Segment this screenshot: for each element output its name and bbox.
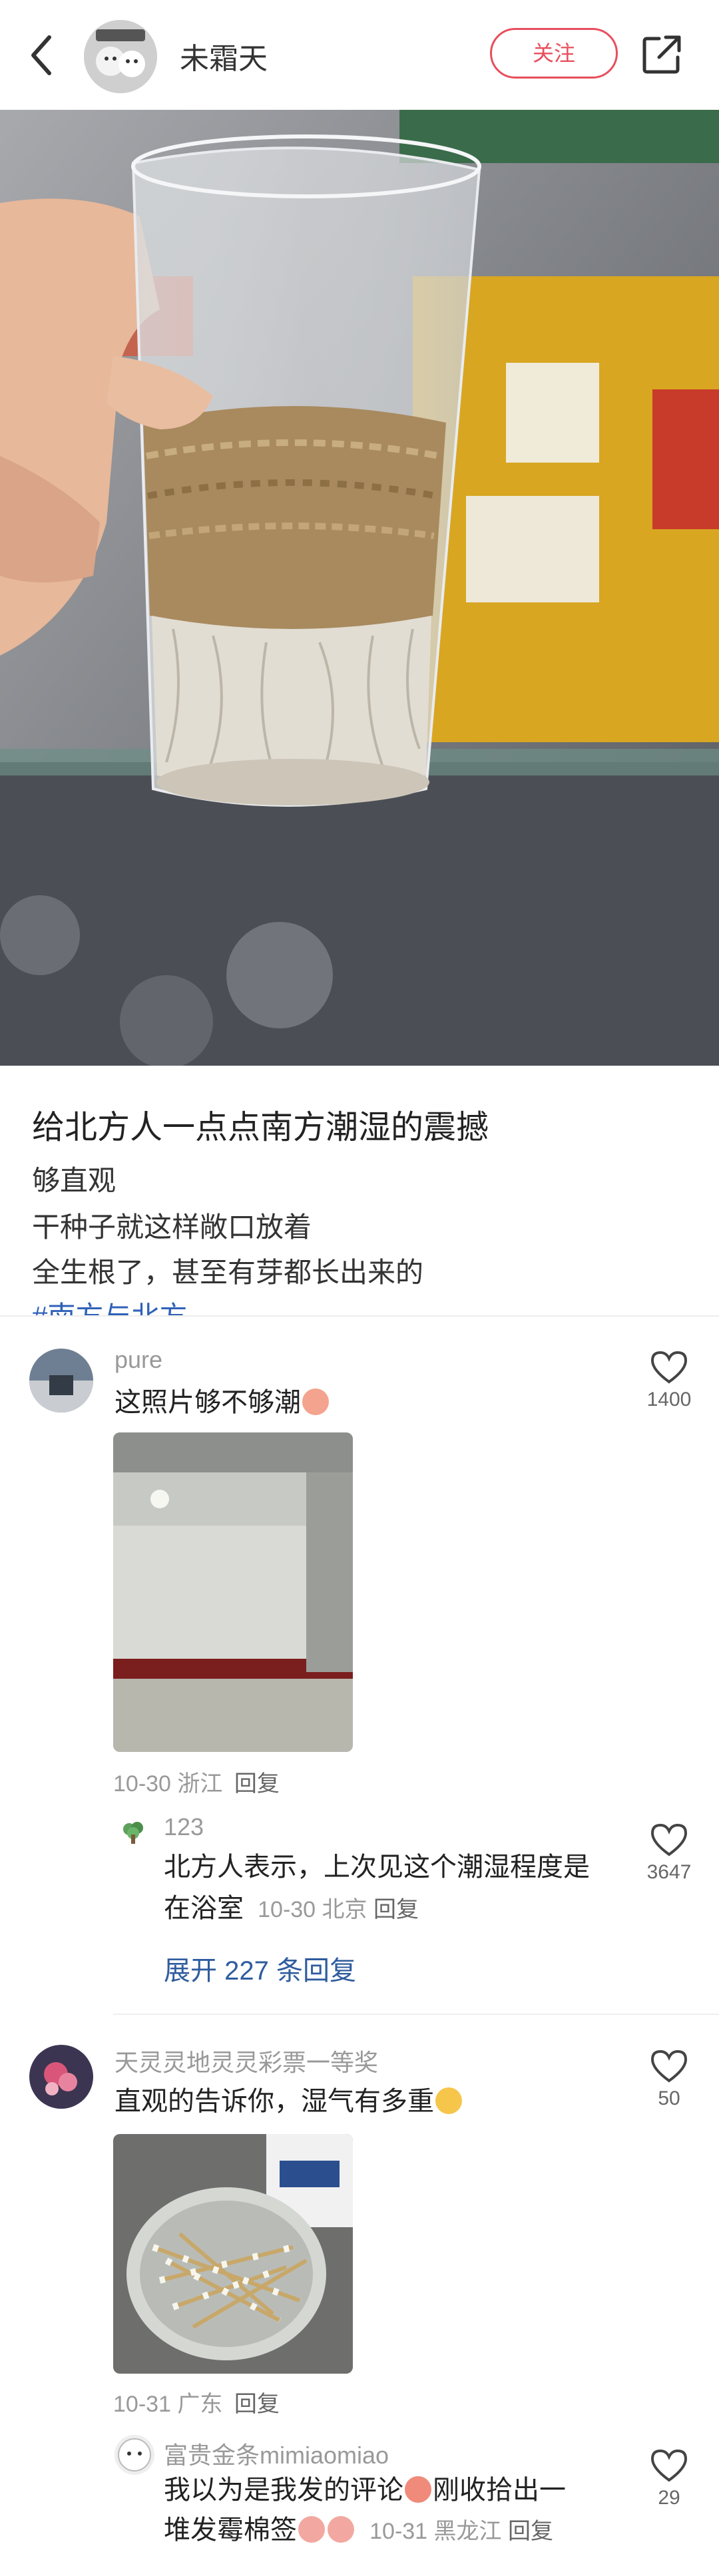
comment-text: 直观的告诉你，湿气有多重: [115, 2082, 463, 2121]
comment-text: 北方人表示，上次见这个潮湿程度是: [164, 1852, 590, 1882]
like-button[interactable]: 3647: [639, 1823, 699, 1884]
comment-meta: 10-30 北京 回复: [258, 1897, 419, 1922]
divider: [0, 1315, 719, 1317]
comment-location: 黑龙江: [433, 2519, 502, 2544]
post-photo[interactable]: [0, 110, 719, 1066]
post-text-line: 干种子就这样敞口放着: [32, 1211, 312, 1243]
author-name[interactable]: 未霜天: [180, 35, 268, 77]
share-icon[interactable]: [639, 32, 684, 77]
post-text-line: 全生根了，甚至有芽都长出来的: [32, 1257, 424, 1288]
top-bar: 未霜天 关注: [0, 0, 719, 110]
commenter-avatar[interactable]: [29, 2045, 93, 2109]
divider: [113, 2014, 719, 2015]
reply-button[interactable]: 回复: [234, 1771, 280, 1797]
comment-text-line2: 堆发霉棉签 10-31 黑龙江 回复: [164, 2511, 553, 2551]
back-arrow-icon[interactable]: [25, 32, 59, 79]
commenter-avatar[interactable]: [115, 2435, 154, 2475]
comment-location: 北京: [322, 1897, 367, 1922]
reply-button[interactable]: 回复: [234, 2392, 280, 2417]
heart-icon: [650, 2449, 688, 2482]
shy-face-emoji-icon: [302, 1389, 329, 1415]
comment-date: 10-30: [258, 1897, 316, 1922]
comment-meta: 10-31 黑龙江 回复: [369, 2519, 553, 2544]
comment-date: 10-31: [113, 2392, 171, 2417]
comment-text-content: 在浴室: [164, 1894, 244, 1923]
comment-location: 浙江: [177, 1771, 223, 1797]
comment-meta: 10-31 广东 回复: [113, 2386, 280, 2418]
like-button[interactable]: 1400: [639, 1350, 699, 1411]
like-count: 1400: [646, 1389, 692, 1410]
comment-text: 我以为是我发的评论 刚收拾出一: [164, 2471, 566, 2509]
like-count: 29: [658, 2487, 680, 2509]
comment-date: 10-31: [369, 2519, 428, 2544]
comment-image[interactable]: [113, 1432, 353, 1752]
comment-text-line2: 在浴室 10-30 北京 回复: [164, 1889, 419, 1929]
author-avatar[interactable]: [84, 20, 157, 93]
heart-icon: [650, 1823, 688, 1856]
crying-face-emoji-icon: [405, 2476, 431, 2503]
commenter-name[interactable]: pure: [115, 1346, 162, 1374]
like-count: 50: [658, 2087, 680, 2109]
post-title: 给北方人一点点南方潮湿的震撼: [32, 1110, 489, 1146]
reply-button[interactable]: 回复: [373, 1897, 419, 1922]
comment-image[interactable]: [113, 2134, 353, 2374]
dog-face-emoji-icon: [435, 2087, 462, 2114]
crying-face-emoji-icon: [328, 2516, 354, 2543]
commenter-name[interactable]: 富贵金条mimiaomiao: [164, 2436, 389, 2471]
reply-button[interactable]: 回复: [508, 2519, 553, 2544]
commenter-name[interactable]: 天灵灵地灵灵彩票一等奖: [115, 2043, 378, 2078]
heart-icon: [650, 1351, 688, 1384]
comment-date: 10-30: [113, 1771, 171, 1797]
expand-replies-button[interactable]: 展开 227 条回复: [164, 1949, 356, 1988]
comment-meta: 10-30 浙江 回复: [113, 1765, 280, 1798]
crying-face-emoji-icon: [298, 2516, 325, 2543]
follow-button[interactable]: 关注: [490, 28, 618, 79]
like-count: 3647: [646, 1861, 692, 1883]
comment-text-content: 刚收拾出一: [433, 2475, 566, 2505]
comment-text-content: 直观的告诉你，湿气有多重: [115, 2087, 434, 2116]
comment-text: 这照片够不够潮: [115, 1383, 330, 1422]
commenter-name[interactable]: 123: [164, 1813, 204, 1841]
comment-location: 广东: [177, 2392, 223, 2417]
heart-icon: [650, 2049, 688, 2083]
like-button[interactable]: 50: [639, 2049, 699, 2110]
comment-text-content: 我以为是我发的评论: [164, 2475, 403, 2505]
commenter-avatar[interactable]: [29, 1349, 93, 1412]
broccoli-avatar-icon[interactable]: [120, 1820, 146, 1846]
comment-text-content: 堆发霉棉签: [164, 2515, 297, 2545]
post-hashtag[interactable]: #南方与北方: [32, 1294, 187, 1317]
post-text-line: 够直观: [32, 1165, 117, 1196]
like-button[interactable]: 29: [639, 2448, 699, 2509]
comment-text-content: 这照片够不够潮: [115, 1388, 301, 1417]
